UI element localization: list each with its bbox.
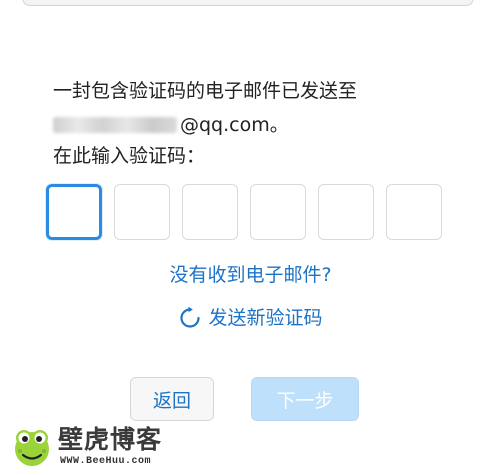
next-button[interactable]: 下一步	[251, 377, 359, 421]
top-panel-edge	[22, 0, 474, 6]
resend-code-link[interactable]: 发送新验证码	[0, 306, 501, 330]
code-digit-input-6[interactable]	[386, 184, 442, 240]
watermark: 壁虎博客 WWW.BeeHuu.com	[10, 425, 170, 471]
code-digit-input-1[interactable]	[46, 184, 102, 240]
email-address: @qq.com。	[53, 112, 289, 140]
back-button[interactable]: 返回	[130, 377, 214, 421]
resend-code-label: 发送新验证码	[208, 307, 323, 329]
gecko-logo-icon	[15, 430, 49, 466]
verification-code-inputs	[46, 184, 442, 240]
watermark-title: 壁虎博客	[58, 425, 163, 454]
watermark-url: WWW.BeeHuu.com	[60, 456, 152, 467]
code-digit-input-3[interactable]	[182, 184, 238, 240]
code-digit-input-5[interactable]	[318, 184, 374, 240]
refresh-icon	[180, 306, 201, 328]
redacted-email-user	[53, 117, 177, 133]
sent-message: 一封包含验证码的电子邮件已发送至	[53, 80, 358, 102]
email-domain: @qq.com。	[180, 114, 289, 136]
code-digit-input-4[interactable]	[250, 184, 306, 240]
code-digit-input-2[interactable]	[114, 184, 170, 240]
enter-code-prompt: 在此输入验证码：	[53, 145, 206, 167]
no-email-link[interactable]: 没有收到电子邮件?	[0, 263, 501, 287]
